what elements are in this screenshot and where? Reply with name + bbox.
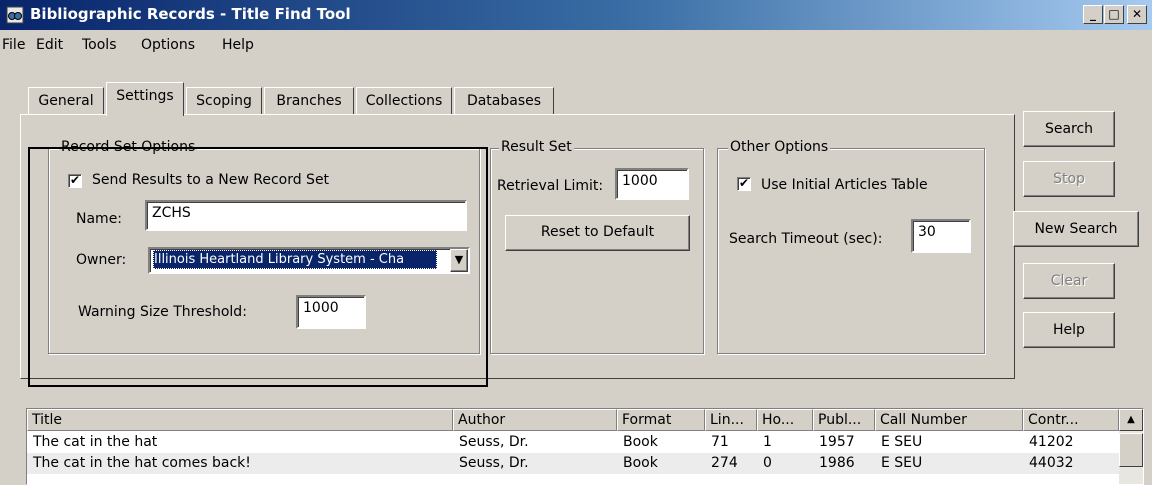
clear-button[interactable]: Clear — [1023, 263, 1115, 299]
tab-branches[interactable]: Branches — [264, 87, 354, 115]
initial-articles-checkbox[interactable]: ✔ — [737, 177, 751, 191]
name-label: Name: — [76, 211, 123, 227]
menu-options[interactable]: Options — [141, 37, 195, 53]
cell-holds: 0 — [763, 455, 772, 471]
scroll-thumb[interactable] — [1119, 433, 1143, 467]
stop-button[interactable]: Stop — [1023, 161, 1115, 197]
column-header-publication[interactable]: Publ... — [813, 409, 875, 431]
cell-format: Book — [623, 455, 658, 471]
cell-control: 41202 — [1029, 434, 1074, 450]
cell-lines: 274 — [711, 455, 738, 471]
results-table[interactable]: Title Author Format Lin... Ho... Publ...… — [26, 408, 1144, 485]
reset-to-default-button[interactable]: Reset to Default — [505, 215, 690, 251]
menu-bar: File Edit Tools Options Help — [0, 30, 1152, 58]
search-button[interactable]: Search — [1023, 111, 1115, 147]
chevron-down-icon[interactable]: ▼ — [450, 249, 468, 272]
warning-threshold-label: Warning Size Threshold: — [78, 304, 247, 320]
initial-articles-label: Use Initial Articles Table — [761, 177, 928, 193]
tab-databases[interactable]: Databases — [454, 87, 554, 115]
tab-collections[interactable]: Collections — [356, 87, 452, 115]
owner-dropdown-value[interactable]: Illinois Heartland Library System - Cha — [153, 250, 437, 269]
tab-scoping[interactable]: Scoping — [186, 87, 262, 115]
column-header-author[interactable]: Author — [453, 409, 617, 431]
send-results-checkbox[interactable]: ✔ — [68, 174, 82, 188]
cell-publication: 1986 — [819, 455, 855, 471]
name-field[interactable]: ZCHS — [145, 200, 467, 231]
cell-title: The cat in the hat comes back! — [33, 455, 251, 471]
cell-title: The cat in the hat — [33, 434, 158, 450]
menu-help[interactable]: Help — [222, 37, 254, 53]
tab-settings[interactable]: Settings — [106, 82, 184, 116]
column-header-holds[interactable]: Ho... — [757, 409, 813, 431]
search-timeout-label: Search Timeout (sec): — [729, 231, 883, 247]
maximize-button[interactable]: □ — [1104, 5, 1124, 24]
search-timeout-field[interactable]: 30 — [911, 219, 971, 253]
column-header-call-number[interactable]: Call Number — [875, 409, 1023, 431]
cell-call-number: E SEU — [881, 455, 923, 471]
retrieval-limit-label: Retrieval Limit: — [497, 178, 604, 194]
cell-control: 44032 — [1029, 455, 1074, 471]
cell-lines: 71 — [711, 434, 729, 450]
cell-author: Seuss, Dr. — [459, 434, 529, 450]
result-set-legend: Result Set — [499, 139, 574, 155]
table-row[interactable]: The cat in the hat comes back! Seuss, Dr… — [27, 453, 1119, 474]
new-search-button[interactable]: New Search — [1013, 211, 1139, 247]
menu-tools[interactable]: Tools — [82, 37, 117, 53]
column-header-title[interactable]: Title — [27, 409, 453, 431]
warning-threshold-field[interactable]: 1000 — [296, 295, 366, 329]
window-title: Bibliographic Records - Title Find Tool — [30, 5, 351, 23]
cell-call-number: E SEU — [881, 434, 923, 450]
cell-holds: 1 — [763, 434, 772, 450]
close-button[interactable]: ✕ — [1127, 5, 1147, 24]
column-header-format[interactable]: Format — [617, 409, 705, 431]
send-results-label: Send Results to a New Record Set — [92, 172, 330, 188]
menu-file[interactable]: File — [2, 37, 25, 53]
owner-label: Owner: — [76, 252, 127, 268]
title-bar: Bibliographic Records - Title Find Tool … — [0, 0, 1152, 30]
column-header-lines[interactable]: Lin... — [705, 409, 757, 431]
cell-author: Seuss, Dr. — [459, 455, 529, 471]
cell-publication: 1957 — [819, 434, 855, 450]
column-header-control[interactable]: Contr... — [1023, 409, 1119, 431]
minimize-button[interactable]: _ — [1083, 5, 1103, 24]
scroll-up-icon[interactable]: ▲ — [1119, 409, 1143, 431]
vertical-scrollbar[interactable]: ▲ — [1119, 409, 1143, 484]
cell-format: Book — [623, 434, 658, 450]
record-set-options-legend: Record Set Options — [59, 139, 198, 155]
retrieval-limit-field[interactable]: 1000 — [615, 168, 689, 200]
binoculars-search-icon — [6, 6, 24, 24]
other-options-legend: Other Options — [728, 139, 831, 155]
help-button[interactable]: Help — [1023, 312, 1115, 348]
tab-general[interactable]: General — [28, 87, 104, 115]
menu-edit[interactable]: Edit — [36, 37, 63, 53]
table-row[interactable]: The cat in the hat Seuss, Dr. Book 71 1 … — [27, 432, 1119, 453]
